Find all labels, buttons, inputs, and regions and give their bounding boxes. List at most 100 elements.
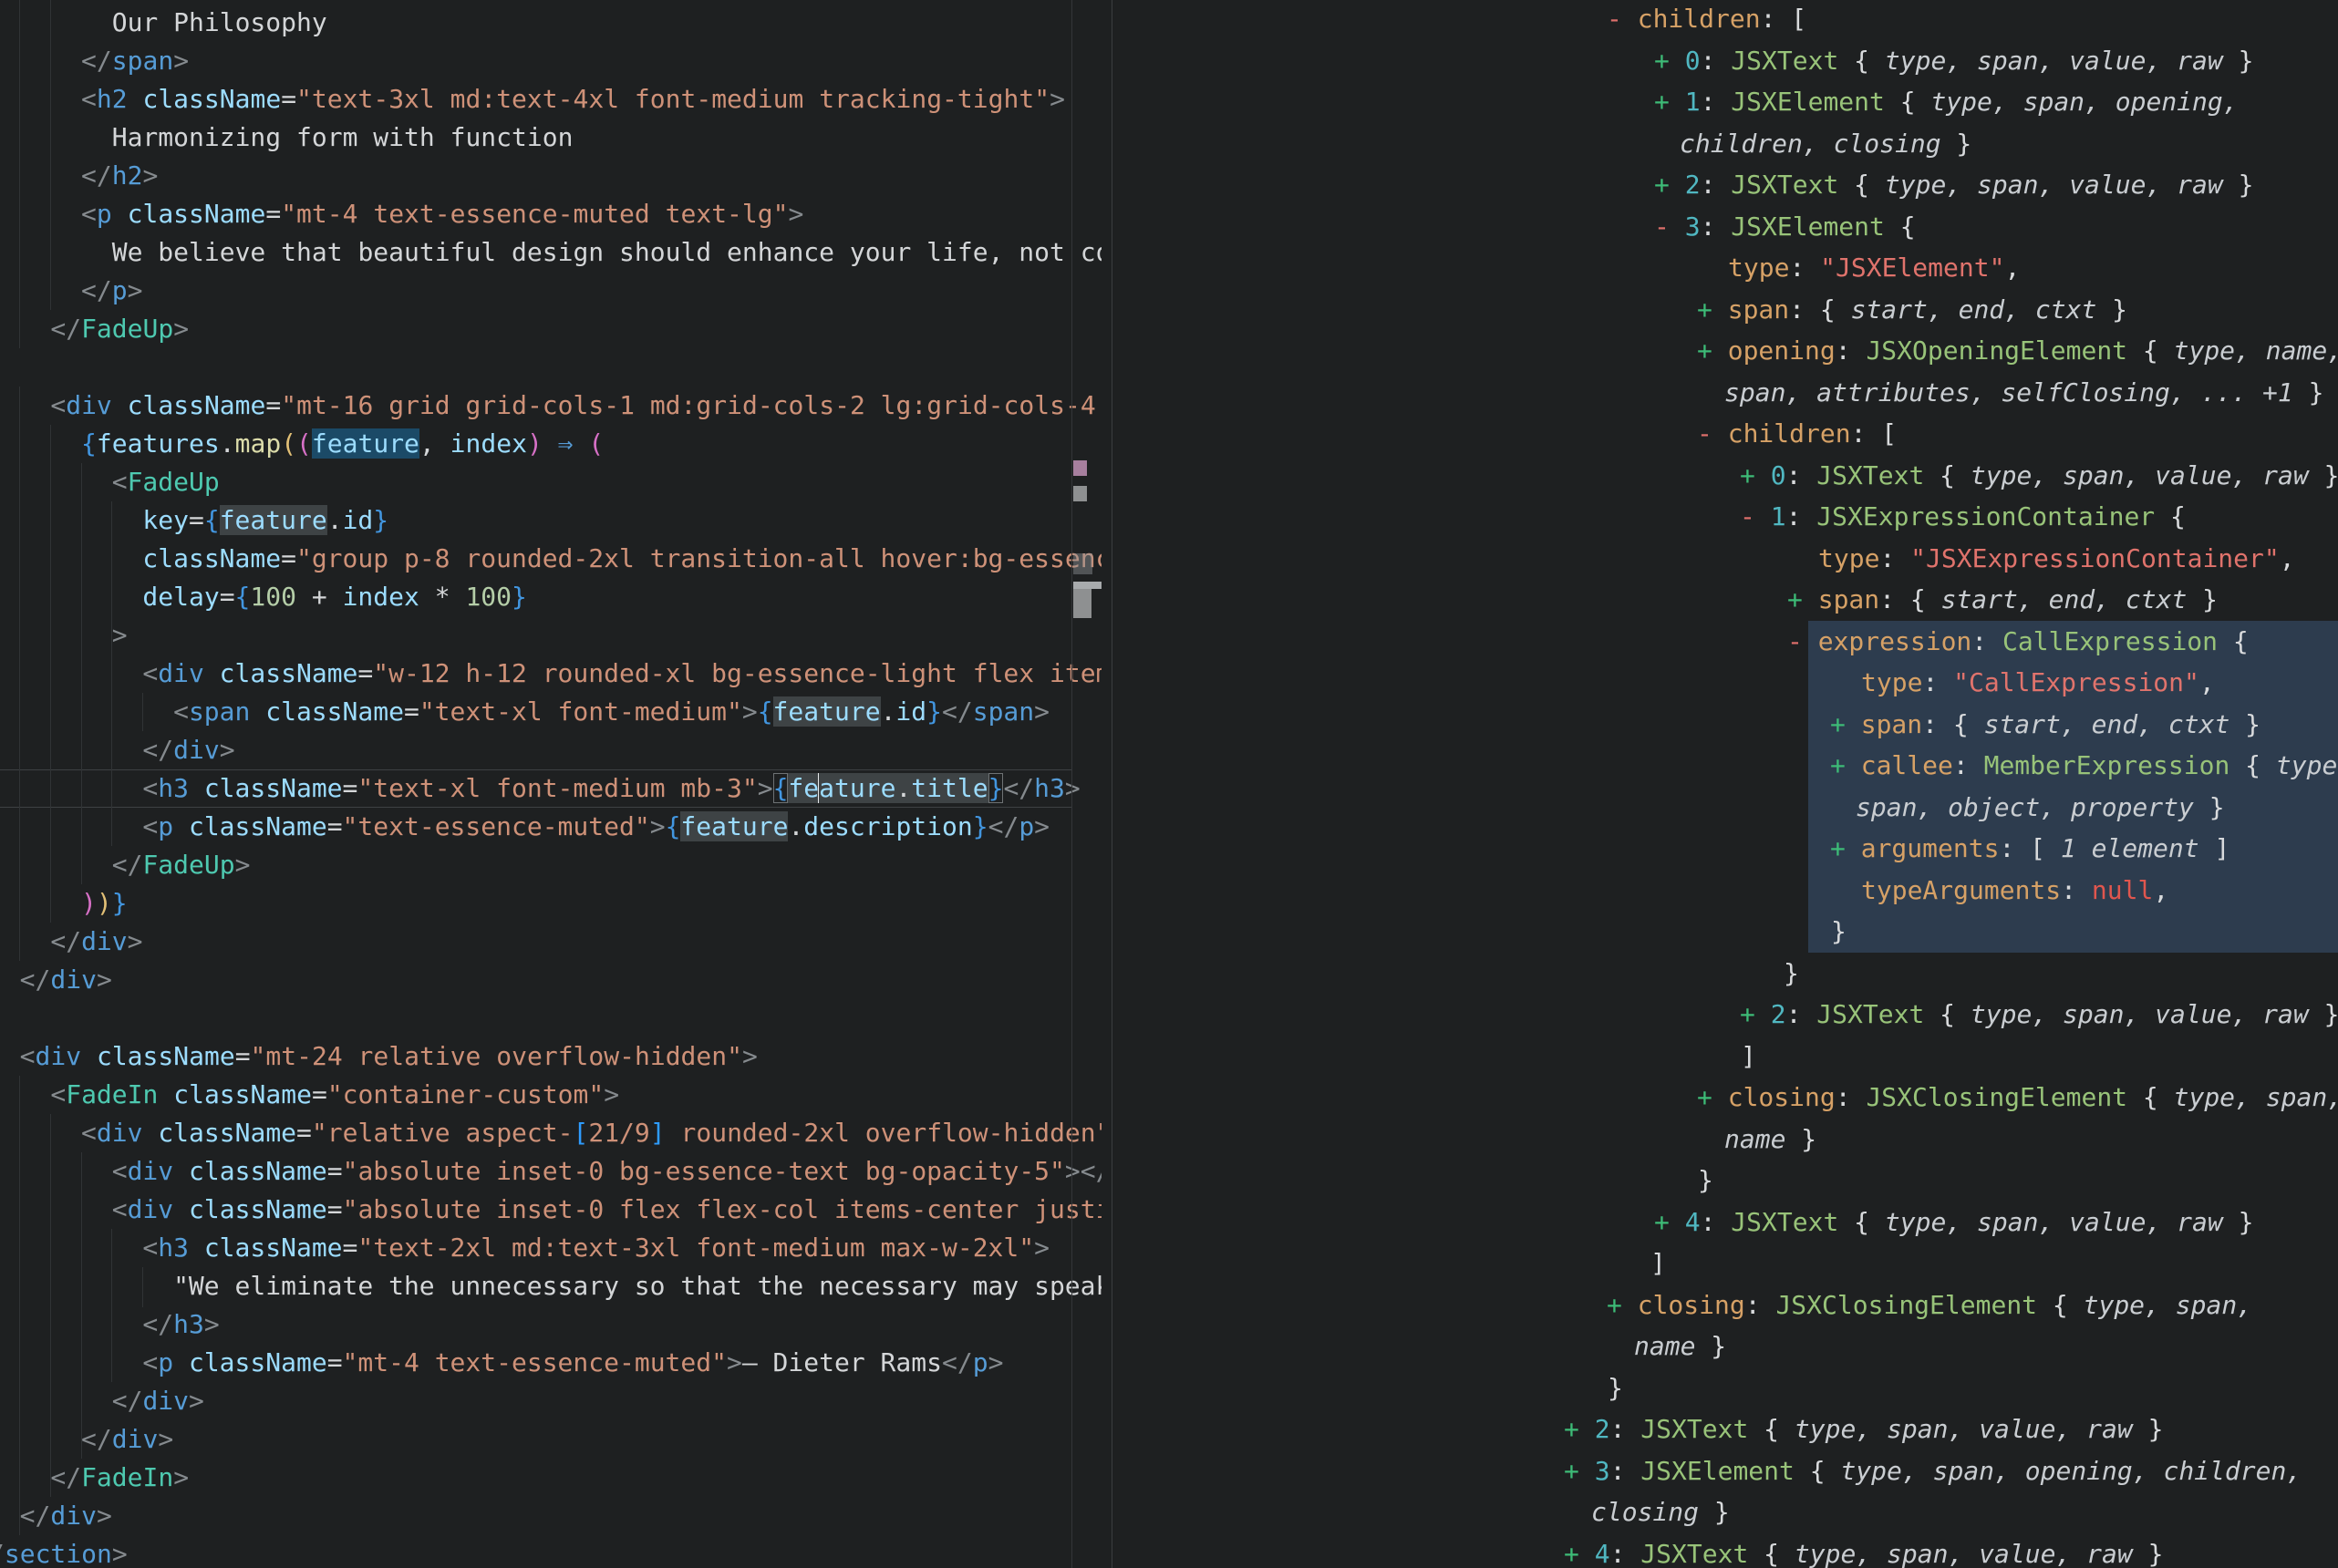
- code-line: <FadeIn className="container-custom">: [50, 1076, 619, 1114]
- code-line: <div className="mt-24 relative overflow-…: [20, 1037, 758, 1076]
- overview-ruler-mark: [1073, 460, 1087, 476]
- indent-guide: [19, 1076, 20, 1535]
- editor-workspace: { "colors":{ "bg":"#1e2021","divider":"#…: [0, 0, 2338, 1568]
- expand-toggle-icon[interactable]: +: [1787, 584, 1818, 614]
- expand-toggle-icon[interactable]: +: [1654, 170, 1685, 200]
- ast-line: }: [1608, 1367, 1623, 1408]
- indent-guide: [19, 387, 20, 961]
- code-editor-pane[interactable]: Our Philosophy</span><h2 className="text…: [0, 0, 1111, 1568]
- code-line: We believe that beautiful design should …: [112, 233, 1102, 272]
- code-line: <h2 className="text-3xl md:text-4xl font…: [81, 80, 1065, 119]
- collapse-toggle-icon[interactable]: -: [1697, 418, 1728, 449]
- overview-ruler-mark: [1073, 486, 1087, 501]
- ast-line: children, closing }: [1680, 123, 1971, 164]
- ast-line: name }: [1724, 1119, 1816, 1160]
- indent-guide: [81, 463, 82, 884]
- ast-line: ]: [1741, 1036, 1756, 1077]
- ast-line: + 2: JSXText { type, span, value, raw }: [1564, 1408, 2163, 1449]
- expand-toggle-icon[interactable]: +: [1697, 294, 1728, 325]
- ast-line: + 0: JSXText { type, span, value, raw }: [1654, 40, 2253, 81]
- code-line: </p>: [81, 272, 142, 310]
- code-line: /section>: [0, 1535, 128, 1568]
- code-line: delay={100 + index * 100}: [142, 578, 526, 616]
- code-line: </div>: [142, 731, 234, 769]
- expand-toggle-icon[interactable]: +: [1564, 1539, 1595, 1568]
- ast-line: - 1: JSXExpressionContainer {: [1740, 496, 2186, 537]
- code-line: </FadeUp>: [50, 310, 189, 348]
- code-line: </FadeIn>: [50, 1459, 189, 1497]
- collapse-toggle-icon[interactable]: -: [1654, 211, 1685, 242]
- code-line: {features.map((feature, index) ⇒ (: [81, 425, 604, 463]
- ast-line: type: "JSXExpressionContainer",: [1818, 538, 2295, 579]
- ast-line: + opening: JSXOpeningElement { type, nam…: [1697, 330, 2338, 371]
- ast-line: + span: { start, end, ctxt }: [1697, 289, 2127, 330]
- code-line: <div className="absolute inset-0 flex fl…: [112, 1191, 1102, 1229]
- code-line: </div>: [112, 1382, 204, 1420]
- code-line: ))}: [81, 884, 128, 923]
- code-line: key={feature.id}: [142, 501, 388, 540]
- overview-ruler-mark: [1073, 589, 1091, 618]
- ast-line: - children: [: [1697, 413, 1897, 454]
- code-line: <h3 className="text-2xl md:text-3xl font…: [142, 1229, 1050, 1267]
- indent-guide: [111, 501, 112, 846]
- indent-guide: [111, 1229, 112, 1382]
- indent-guide: [19, 0, 20, 348]
- ast-line: - expression: CallExpression {: [1787, 621, 2249, 662]
- code-line: <span className="text-xl font-medium">{f…: [173, 693, 1050, 731]
- code-line: <p className="mt-4 text-essence-muted te…: [81, 195, 803, 233]
- ast-line: + 1: JSXElement { type, span, opening,: [1654, 81, 2239, 122]
- code-line: </h2>: [81, 157, 158, 195]
- code-line: </div>: [81, 1420, 173, 1459]
- indent-guide: [50, 425, 51, 923]
- collapse-toggle-icon[interactable]: -: [1740, 501, 1771, 531]
- ast-line: + span: { start, end, ctxt }: [1830, 704, 2260, 745]
- ast-line: span, object, property }: [1856, 787, 2225, 828]
- expand-toggle-icon[interactable]: +: [1740, 460, 1771, 490]
- expand-toggle-icon[interactable]: +: [1654, 1207, 1685, 1237]
- ast-tree-pane[interactable]: - children: [+ 0: JSXText { type, span, …: [1112, 0, 2338, 1568]
- expand-toggle-icon[interactable]: +: [1654, 87, 1685, 117]
- ast-line: + 0: JSXText { type, span, value, raw }: [1740, 455, 2338, 496]
- expand-toggle-icon[interactable]: +: [1830, 709, 1861, 739]
- expand-toggle-icon[interactable]: +: [1740, 999, 1771, 1029]
- overview-ruler-mark: [1073, 582, 1102, 589]
- code-line: <FadeUp: [112, 463, 220, 501]
- code-line: <div className="relative aspect-[21/9] r…: [81, 1114, 1102, 1152]
- expand-toggle-icon[interactable]: +: [1564, 1456, 1595, 1486]
- expand-toggle-icon[interactable]: +: [1654, 46, 1685, 76]
- code-line: Our Philosophy: [112, 4, 327, 42]
- collapse-toggle-icon[interactable]: -: [1787, 626, 1818, 656]
- expand-toggle-icon[interactable]: +: [1830, 750, 1861, 780]
- expand-toggle-icon[interactable]: +: [1697, 335, 1728, 366]
- code-line: <p className="mt-4 text-essence-muted">—…: [142, 1344, 1003, 1382]
- overview-ruler-mark: [1073, 553, 1092, 574]
- ast-line: span, attributes, selfClosing, ... +1 }: [1724, 372, 2323, 413]
- ast-line: name }: [1634, 1326, 1726, 1367]
- code-content: Our Philosophy</span><h2 className="text…: [0, 0, 1102, 1568]
- expand-toggle-icon[interactable]: +: [1607, 1290, 1638, 1320]
- ast-line: }: [1784, 953, 1799, 994]
- ast-line: + callee: MemberExpression { type,: [1830, 745, 2338, 786]
- ast-line: + 4: JSXText { type, span, value, raw }: [1564, 1533, 2163, 1568]
- code-line: <p className="text-essence-muted">{featu…: [142, 808, 1050, 846]
- ast-line: + 3: JSXElement { type, span, opening, c…: [1564, 1450, 2302, 1491]
- ast-line: + arguments: [ 1 element ]: [1830, 828, 2229, 869]
- indent-guide: [50, 1114, 51, 1497]
- code-line: <div className="w-12 h-12 rounded-xl bg-…: [142, 655, 1102, 693]
- ast-line: typeArguments: null,: [1861, 870, 2168, 911]
- indent-guide: [50, 0, 51, 310]
- code-line: Harmonizing form with function: [112, 119, 574, 157]
- ast-line: ]: [1650, 1243, 1666, 1284]
- expand-toggle-icon[interactable]: +: [1697, 1082, 1728, 1112]
- expand-toggle-icon[interactable]: +: [1564, 1414, 1595, 1444]
- code-line: <div className="absolute inset-0 bg-esse…: [112, 1152, 1102, 1191]
- indent-guide: [142, 1267, 143, 1307]
- ast-line: + closing: JSXClosingElement { type, spa…: [1607, 1284, 2252, 1326]
- ast-line: + span: { start, end, ctxt }: [1787, 579, 2218, 620]
- code-line: </div>: [20, 1497, 112, 1535]
- collapse-toggle-icon[interactable]: -: [1607, 4, 1638, 34]
- overview-ruler: [1071, 0, 1072, 1568]
- code-line: </div>: [20, 961, 112, 999]
- code-line: </h3>: [142, 1305, 219, 1344]
- expand-toggle-icon[interactable]: +: [1830, 833, 1861, 863]
